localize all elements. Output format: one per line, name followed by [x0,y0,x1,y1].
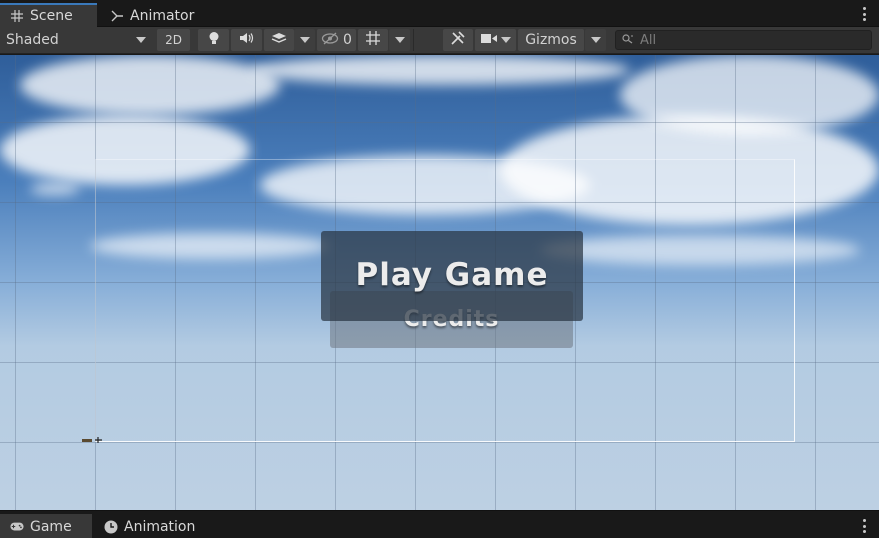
gamepad-icon [10,520,24,534]
play-game-button-label: Play Game [355,257,549,293]
tab-scene-label: Scene [30,8,73,24]
tab-game-label: Game [30,518,72,535]
clock-icon [104,520,118,534]
scene-visibility-button[interactable]: 0 [317,29,356,51]
tab-scene[interactable]: Scene [0,3,97,27]
grid-dropdown-button[interactable] [389,29,410,51]
gizmos-label: Gizmos [525,32,577,48]
tab-animator-label: Animator [130,7,195,24]
chevron-down-icon [394,37,405,43]
chevron-down-icon [136,37,146,43]
effects-dropdown-button[interactable] [294,29,315,51]
search-icon [622,33,634,48]
tab-animation-label: Animation [124,518,196,535]
effects-toggle-button[interactable] [264,29,294,51]
more-options-icon[interactable] [861,7,867,21]
toggle-2d-label: 2D [165,33,182,47]
camera-icon [480,32,497,48]
toggle-2d-button[interactable]: 2D [157,29,190,51]
grid-toggle-button[interactable] [358,29,388,51]
gizmos-button[interactable]: Gizmos [518,29,584,51]
lighting-toggle-button[interactable] [198,29,229,51]
cloud [620,55,879,135]
eye-off-icon [321,32,339,49]
bottom-tab-bar: Game Animation [0,510,879,538]
camera-button[interactable] [475,29,516,51]
chevron-down-icon [590,37,601,43]
transform-gizmo-icon[interactable] [82,437,104,443]
cloud [250,55,630,85]
chevron-down-icon [500,37,511,43]
search-placeholder: All [640,32,657,48]
more-options-icon[interactable] [861,519,867,533]
tab-animator[interactable]: Animator [100,4,204,27]
scene-viewport[interactable]: Credits Play Game [0,55,879,510]
animator-icon [110,9,124,23]
top-tab-bar: Scene Animator [0,0,879,27]
draw-mode-label: Shaded [6,32,59,48]
draw-mode-dropdown[interactable]: Shaded [0,29,152,51]
hidden-count: 0 [343,32,352,48]
gizmos-dropdown-button[interactable] [585,29,606,51]
cloud [30,183,80,195]
tab-animation[interactable]: Animation [94,514,205,538]
layers-icon [271,31,287,49]
speaker-icon [239,32,255,48]
lightbulb-icon [208,31,220,50]
grid-snap-icon [365,30,381,50]
audio-toggle-button[interactable] [231,29,262,51]
search-input[interactable]: All [615,30,872,50]
grid-icon [10,9,24,23]
tools-icon [450,30,466,50]
toolbar-separator [413,29,414,51]
tools-button[interactable] [443,29,473,51]
grid-line [0,122,879,123]
cloud [20,55,280,115]
scene-toolbar: Shaded 2D 0 Gizmos All [0,27,879,54]
grid-line [0,442,879,443]
play-game-button[interactable]: Play Game [321,231,583,321]
chevron-down-icon [299,37,310,43]
tab-game[interactable]: Game [0,514,92,538]
